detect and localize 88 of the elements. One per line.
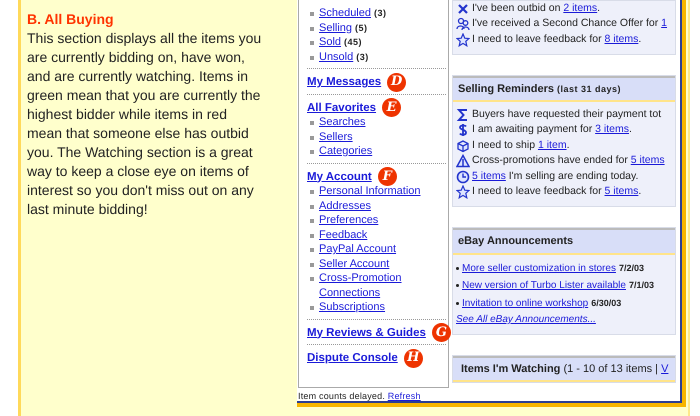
reminder-link[interactable]: 8 items bbox=[604, 32, 638, 45]
clock-icon bbox=[456, 170, 470, 184]
bullet-icon bbox=[310, 12, 314, 16]
x-icon bbox=[456, 2, 470, 16]
bullet-icon bbox=[310, 136, 314, 140]
sidebar-link[interactable]: Cross-Promotion Connections bbox=[319, 271, 446, 300]
marker-badge: D bbox=[387, 72, 406, 92]
bullet-icon bbox=[310, 190, 314, 194]
reminder-text: Buyers have requested their payment tot bbox=[472, 106, 662, 122]
sidebar-heading-link[interactable]: Dispute Console bbox=[307, 351, 398, 366]
reminder-link[interactable]: 3 items bbox=[595, 123, 629, 136]
announcement-link[interactable]: Invitation to online workshop bbox=[462, 296, 588, 311]
reminder-text: I've received a Second Chance Offer for 1 bbox=[472, 16, 668, 32]
box-icon bbox=[456, 138, 470, 153]
bullet-icon bbox=[310, 41, 314, 45]
sidebar-link[interactable]: Addresses bbox=[319, 198, 371, 213]
people-icon bbox=[456, 17, 470, 32]
bullet-icon bbox=[310, 234, 314, 238]
reminder-text: I've been outbid on 2 items. bbox=[472, 0, 600, 16]
sidebar-link[interactable]: Scheduled bbox=[319, 6, 371, 20]
sigma-icon bbox=[456, 108, 470, 122]
reminder-text: I need to leave feedback for 8 items. bbox=[472, 32, 642, 47]
see-all-link[interactable]: See All eBay Announcements... bbox=[456, 314, 596, 325]
bullet-icon bbox=[310, 262, 314, 266]
triangle-icon bbox=[456, 154, 470, 168]
announcement-date: 7/1/03 bbox=[628, 279, 654, 292]
bullet-icon bbox=[310, 56, 314, 60]
star-icon bbox=[456, 185, 470, 200]
sidebar-heading-link[interactable]: All Favorites bbox=[307, 100, 376, 115]
sidebar-link[interactable]: Personal Information bbox=[319, 184, 420, 198]
sidebar-link[interactable]: Seller Account bbox=[319, 256, 390, 271]
announcement-link[interactable]: More seller customization in stores bbox=[462, 260, 616, 276]
announcement-date: 7/2/03 bbox=[618, 262, 644, 274]
bullet-icon bbox=[310, 248, 314, 252]
sidebar-link[interactable]: PayPal Account bbox=[319, 242, 396, 256]
bullet-icon bbox=[456, 284, 459, 288]
bullet-icon bbox=[310, 121, 314, 125]
description-paragraph: This section displays all the items you are currently bidding on, have won, and are currently watching. Items in green mean that you are currently the highest bidder while items in red mean that someone else has outbid you. The Watching section is a great way to keep a close eye on items of interest so you don't miss out on any last minute bidding! bbox=[27, 29, 262, 219]
bullet-icon bbox=[456, 266, 459, 270]
marker-badge: E bbox=[382, 98, 402, 118]
reminder-text: I need to ship 1 item. bbox=[472, 138, 570, 153]
announcement-date: 6/30/03 bbox=[591, 296, 622, 310]
reminder-text: 5 items I'm selling are ending today. bbox=[472, 168, 638, 184]
reminder-link[interactable]: 5 items bbox=[472, 170, 506, 182]
sidebar-link[interactable]: Selling bbox=[319, 20, 352, 35]
item-count: (5) bbox=[355, 22, 368, 35]
dollar-icon bbox=[456, 123, 470, 138]
bullet-icon bbox=[310, 204, 314, 208]
item-count: (3) bbox=[374, 7, 386, 20]
panel-header: Items I'm Watching (1 - 10 of 13 items | V bbox=[453, 356, 675, 382]
sidebar-link[interactable]: Feedback bbox=[319, 228, 368, 242]
reminder-link[interactable]: 5 items bbox=[604, 185, 638, 198]
refresh-link[interactable]: Refresh bbox=[388, 390, 421, 400]
bullet-icon bbox=[310, 277, 314, 281]
reminder-link[interactable]: 2 items bbox=[563, 2, 598, 14]
panel-header: Selling Reminders (last 31 days) bbox=[453, 76, 675, 102]
bullet-icon bbox=[310, 26, 314, 30]
sidebar-heading-link[interactable]: My Reviews & Guides bbox=[307, 326, 426, 340]
star-icon bbox=[456, 32, 470, 47]
section-heading: B. All Buying bbox=[27, 10, 115, 29]
sidebar-heading-link[interactable]: My Messages bbox=[307, 75, 382, 90]
sidebar-link[interactable]: Sellers bbox=[319, 130, 353, 144]
sidebar-link[interactable]: Searches bbox=[319, 115, 366, 130]
reminder-text: Cross-promotions have ended for 5 items bbox=[472, 153, 665, 168]
item-count: (3) bbox=[356, 50, 369, 64]
bullet-icon bbox=[456, 302, 459, 305]
view-link[interactable]: V bbox=[661, 362, 668, 375]
bullet-icon bbox=[310, 150, 314, 154]
sidebar-heading-link[interactable]: My Account bbox=[307, 170, 372, 184]
bullet-icon bbox=[310, 306, 314, 310]
reminder-link[interactable]: 1 item bbox=[538, 138, 567, 151]
sidebar-link[interactable]: Subscriptions bbox=[319, 300, 386, 314]
sidebar-link[interactable]: Categories bbox=[319, 144, 372, 158]
panel-header: eBay Announcements bbox=[453, 228, 675, 254]
reminder-link[interactable]: 1 bbox=[661, 17, 668, 30]
item-count: (45) bbox=[344, 36, 362, 49]
bullet-icon bbox=[310, 219, 314, 223]
sidebar-link[interactable]: Preferences bbox=[319, 213, 378, 228]
reminder-text: I need to leave feedback for 5 items. bbox=[472, 184, 642, 200]
sidebar-link[interactable]: Sold bbox=[319, 35, 342, 50]
announcement-link[interactable]: New version of Turbo Lister available bbox=[462, 278, 626, 294]
reminder-text: I am awaiting payment for 3 items. bbox=[472, 122, 632, 138]
sidebar-link[interactable]: Unsold bbox=[319, 50, 354, 64]
status-text: Item counts delayed. bbox=[298, 390, 386, 400]
marker-badge: F bbox=[378, 167, 397, 186]
marker-badge: H bbox=[404, 348, 423, 368]
reminder-link[interactable]: 5 items bbox=[630, 154, 665, 166]
marker-badge: G bbox=[432, 323, 451, 342]
